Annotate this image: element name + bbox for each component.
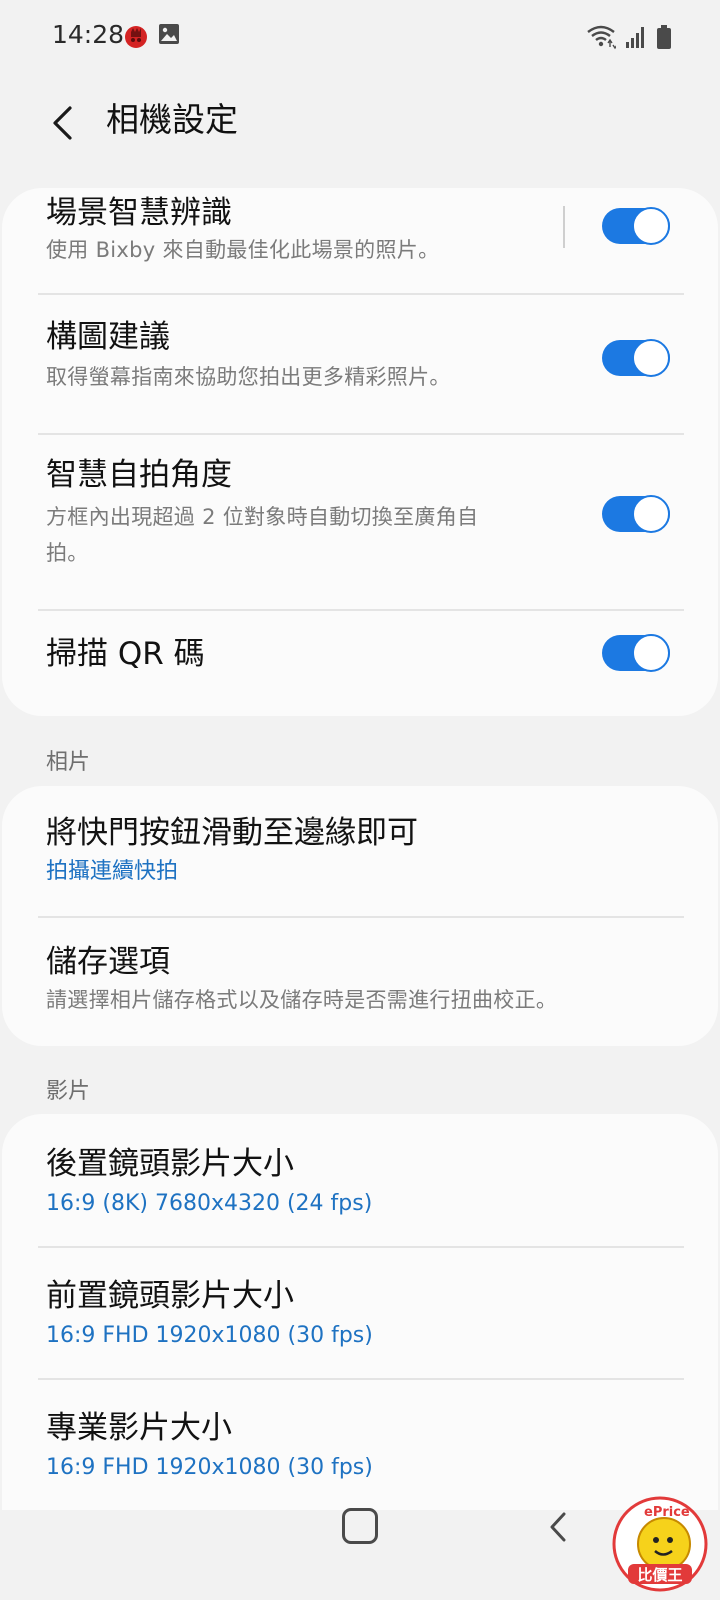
row-title: 場景智慧辨識 xyxy=(46,195,232,231)
row-title: 專業影片大小 xyxy=(46,1410,232,1446)
row-value: 16:9 FHD 1920x1080 (30 fps) xyxy=(46,1455,373,1480)
row-subtitle-line1: 方框內出現超過 2 位對象時自動切換至廣角自 xyxy=(46,505,479,529)
section-header-video: 影片 xyxy=(46,1079,91,1104)
status-icons xyxy=(586,24,672,54)
video-card: 後置鏡頭影片大小 16:9 (8K) 7680x4320 (24 fps) 前置… xyxy=(2,1114,718,1510)
row-value: 16:9 (8K) 7680x4320 (24 fps) xyxy=(46,1191,373,1216)
status-time: 14:28 xyxy=(52,20,125,49)
page-title: 相機設定 xyxy=(106,100,238,139)
list-item-save-options[interactable]: 儲存選項 請選擇相片儲存格式以及儲存時是否需進行扭曲校正。 xyxy=(2,918,718,1046)
photos-card: 將快門按鈕滑動至邊緣即可 拍攝連續快拍 儲存選項 請選擇相片儲存格式以及儲存時是… xyxy=(2,786,718,1046)
row-title: 後置鏡頭影片大小 xyxy=(46,1146,294,1182)
signal-icon xyxy=(625,25,647,53)
list-item-scene-optimizer[interactable]: 場景智慧辨識 使用 Bixby 來自動最佳化此場景的照片。 xyxy=(2,188,718,294)
toggle-knob xyxy=(632,339,670,377)
row-subtitle: 請選擇相片儲存格式以及儲存時是否需進行扭曲校正。 xyxy=(46,988,558,1012)
home-button[interactable] xyxy=(342,1508,378,1544)
list-item-shot-suggestions[interactable]: 構圖建議 取得螢幕指南來協助您拍出更多精彩照片。 xyxy=(2,295,718,433)
list-item-rear-video-size[interactable]: 後置鏡頭影片大小 16:9 (8K) 7680x4320 (24 fps) xyxy=(2,1114,718,1246)
shot-suggestions-toggle[interactable] xyxy=(602,339,670,377)
row-title: 將快門按鈕滑動至邊緣即可 xyxy=(46,815,418,851)
eprice-watermark-logo: 比價王 ePrice xyxy=(610,1494,710,1594)
row-title: 掃描 QR 碼 xyxy=(46,636,205,672)
section-header-photos: 相片 xyxy=(46,750,91,775)
row-title: 儲存選項 xyxy=(46,944,170,980)
svg-text:比價王: 比價王 xyxy=(637,1566,682,1584)
smart-features-card: 場景智慧辨識 使用 Bixby 來自動最佳化此場景的照片。 構圖建議 取得螢幕指… xyxy=(2,188,718,716)
row-title: 智慧自拍角度 xyxy=(46,457,232,493)
list-item-smart-selfie-angle[interactable]: 智慧自拍角度 方框內出現超過 2 位對象時自動切換至廣角自 拍。 xyxy=(2,435,718,609)
toggle-knob xyxy=(632,495,670,533)
smart-selfie-angle-toggle[interactable] xyxy=(602,495,670,533)
app-notification-icon xyxy=(123,23,147,49)
svg-text:ePrice: ePrice xyxy=(644,1505,690,1520)
row-subtitle-line2: 拍。 xyxy=(46,541,89,565)
app-header: 相機設定 xyxy=(0,76,720,186)
back-arrow-icon xyxy=(53,106,72,140)
nav-back-button[interactable] xyxy=(548,1510,568,1548)
back-button[interactable] xyxy=(40,98,84,148)
row-title: 構圖建議 xyxy=(46,319,170,355)
toggle-knob xyxy=(632,634,670,672)
row-value: 拍攝連續快拍 xyxy=(46,859,179,884)
nav-back-icon xyxy=(550,1512,566,1542)
scene-optimizer-toggle[interactable] xyxy=(602,207,670,245)
wifi-icon xyxy=(586,24,618,54)
list-item-swipe-shutter[interactable]: 將快門按鈕滑動至邊緣即可 拍攝連續快拍 xyxy=(2,786,718,916)
vertical-divider xyxy=(563,206,565,248)
row-value: 16:9 FHD 1920x1080 (30 fps) xyxy=(46,1323,373,1348)
toggle-knob xyxy=(632,207,670,245)
row-title: 前置鏡頭影片大小 xyxy=(46,1278,294,1314)
list-item-scan-qr[interactable]: 掃描 QR 碼 xyxy=(2,611,718,716)
status-bar: 14:28 xyxy=(0,0,720,76)
list-item-front-video-size[interactable]: 前置鏡頭影片大小 16:9 FHD 1920x1080 (30 fps) xyxy=(2,1248,718,1378)
battery-icon xyxy=(656,24,672,54)
gallery-icon xyxy=(158,23,182,49)
scan-qr-toggle[interactable] xyxy=(602,634,670,672)
row-subtitle: 使用 Bixby 來自動最佳化此場景的照片。 xyxy=(46,238,440,262)
row-subtitle: 取得螢幕指南來協助您拍出更多精彩照片。 xyxy=(46,365,451,389)
